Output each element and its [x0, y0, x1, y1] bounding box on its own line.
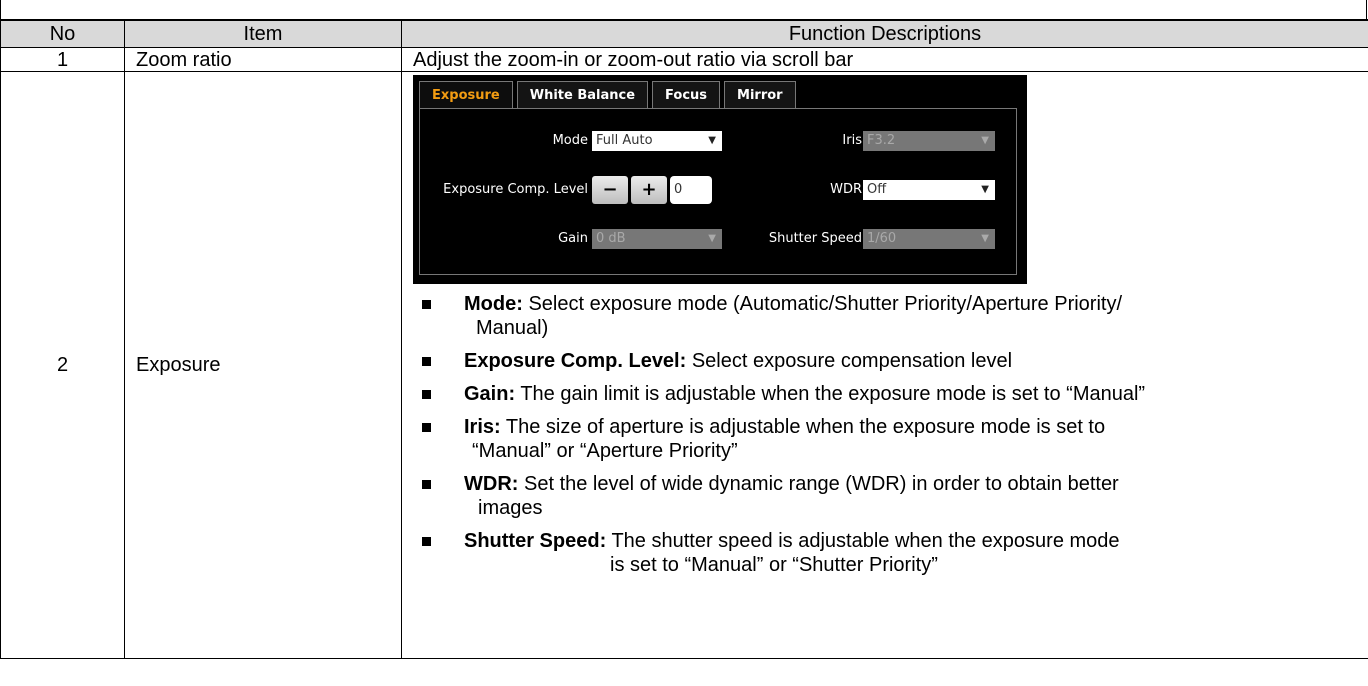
bullet-text: The size of aperture is adjustable when … [500, 416, 1106, 438]
list-item: Mode: Select exposure mode (Automatic/Sh… [413, 292, 1368, 340]
table-row: 2 Exposure Exposure White Balance Focus … [0, 71, 1368, 659]
document-page: No Item Function Descriptions 1 Zoom rat… [0, 0, 1368, 686]
bullet-term: Gain: [464, 383, 516, 405]
iris-select[interactable]: F3.2 ▼ [863, 131, 995, 151]
mode-select[interactable]: Full Auto ▼ [592, 131, 722, 151]
bullet-term: Iris: [464, 416, 501, 438]
shutter-speed-label: Shutter Speed [768, 231, 862, 246]
bullet-term: Exposure Comp. Level: [464, 350, 687, 372]
header-no: No [0, 19, 125, 48]
square-bullet-icon [422, 390, 431, 399]
exposure-comp-label: Exposure Comp. Level [443, 182, 588, 197]
gain-label: Gain [558, 231, 588, 246]
bullet-continuation: “Manual” or “Aperture Priority” [472, 440, 738, 462]
tab-exposure[interactable]: Exposure [419, 81, 513, 109]
iris-value: F3.2 [867, 133, 896, 148]
header-desc: Function Descriptions [401, 19, 1368, 48]
bullet-term: Mode: [464, 293, 523, 315]
table-row: 1 Zoom ratio Adjust the zoom-in or zoom-… [0, 47, 1368, 72]
previous-row-border [0, 0, 1367, 19]
bullet-text: The gain limit is adjustable when the ex… [515, 383, 1146, 405]
wdr-select[interactable]: Off ▼ [863, 180, 995, 200]
exposure-settings-screenshot: Exposure White Balance Focus Mirror Mode… [413, 75, 1027, 284]
row-item: Zoom ratio [124, 47, 402, 72]
square-bullet-icon [422, 300, 431, 309]
row-no: 2 [0, 71, 125, 659]
bullet-continuation: is set to “Manual” or “Shutter Priority” [610, 554, 938, 576]
row-no: 1 [0, 47, 125, 72]
bullet-continuation: Manual) [476, 317, 549, 339]
mode-label: Mode [552, 133, 588, 148]
bullet-text: Set the level of wide dynamic range (WDR… [518, 473, 1119, 495]
shutter-speed-value: 1/60 [867, 231, 897, 246]
bullet-term: Shutter Speed: [464, 530, 607, 552]
function-table: No Item Function Descriptions 1 Zoom rat… [0, 19, 1368, 659]
square-bullet-icon [422, 537, 431, 546]
chevron-down-icon: ▼ [981, 184, 989, 195]
increase-button[interactable]: + [631, 176, 667, 204]
tab-focus[interactable]: Focus [652, 81, 721, 109]
chevron-down-icon: ▼ [708, 233, 716, 244]
iris-label: Iris [842, 133, 862, 148]
tab-white-balance[interactable]: White Balance [516, 81, 649, 109]
wdr-value: Off [867, 182, 887, 197]
shutter-speed-select[interactable]: 1/60 ▼ [863, 229, 995, 249]
table-header-row: No Item Function Descriptions [0, 19, 1368, 48]
chevron-down-icon: ▼ [981, 233, 989, 244]
exposure-panel: Mode Full Auto ▼ Iris F3.2 ▼ Exposure Co… [419, 108, 1017, 275]
bullet-continuation: images [478, 497, 543, 519]
bullet-term: WDR: [464, 473, 519, 495]
list-item: Shutter Speed: The shutter speed is adju… [413, 529, 1368, 577]
tab-mirror[interactable]: Mirror [724, 81, 796, 109]
settings-tabs: Exposure White Balance Focus Mirror [419, 81, 796, 109]
bullet-text: Select exposure mode (Automatic/Shutter … [522, 293, 1123, 315]
gain-value: 0 dB [596, 231, 626, 246]
wdr-label: WDR [830, 182, 862, 197]
exposure-comp-input[interactable]: 0 [670, 176, 712, 204]
list-item: Exposure Comp. Level: Select exposure co… [413, 349, 1368, 373]
gain-select[interactable]: 0 dB ▼ [592, 229, 722, 249]
list-item: Gain: The gain limit is adjustable when … [413, 382, 1368, 406]
list-item: Iris: The size of aperture is adjustable… [413, 415, 1368, 463]
decrease-button[interactable]: − [592, 176, 628, 204]
chevron-down-icon: ▼ [708, 135, 716, 146]
bullet-text: Select exposure compensation level [686, 350, 1013, 372]
row-desc: Adjust the zoom-in or zoom-out ratio via… [401, 47, 1368, 72]
bullet-text: The shutter speed is adjustable when the… [606, 530, 1120, 552]
square-bullet-icon [422, 423, 431, 432]
row-desc: Exposure White Balance Focus Mirror Mode… [401, 71, 1368, 659]
exposure-descriptions: Mode: Select exposure mode (Automatic/Sh… [413, 292, 1368, 577]
square-bullet-icon [422, 357, 431, 366]
list-item: WDR: Set the level of wide dynamic range… [413, 472, 1368, 520]
square-bullet-icon [422, 480, 431, 489]
header-item: Item [124, 19, 402, 48]
row-item: Exposure [124, 71, 402, 659]
mode-value: Full Auto [596, 133, 653, 148]
chevron-down-icon: ▼ [981, 135, 989, 146]
